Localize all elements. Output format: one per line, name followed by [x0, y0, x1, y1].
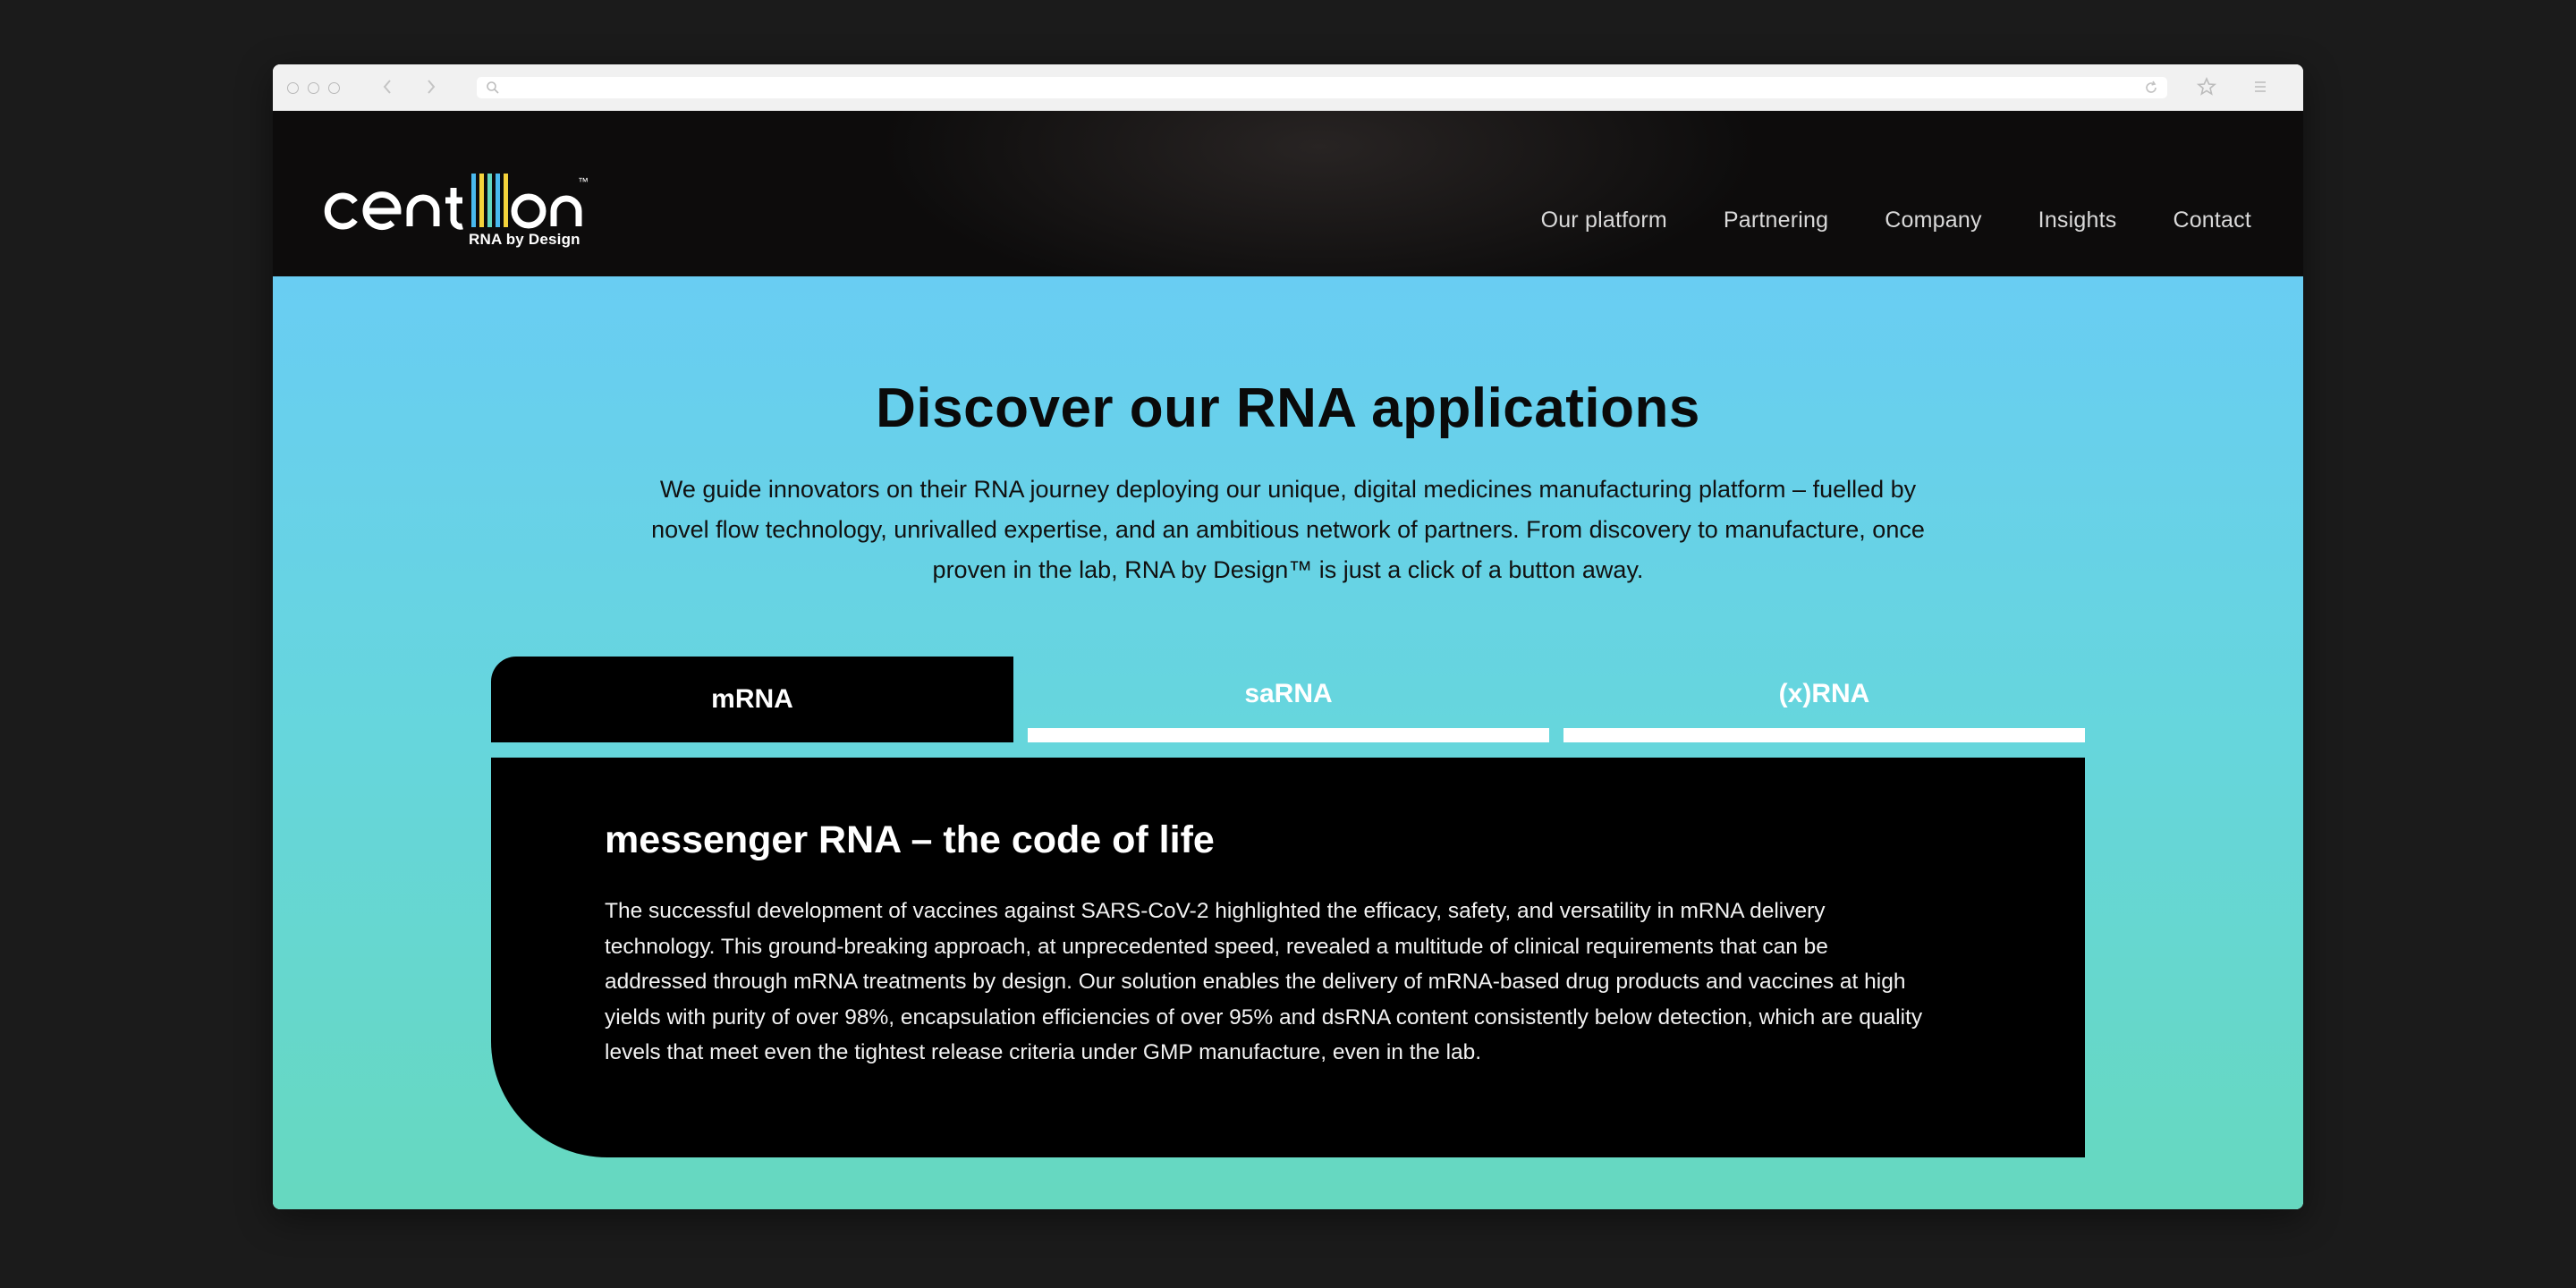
panel-title: messenger RNA – the code of life: [605, 818, 1215, 861]
tab-label: (x)RNA: [1778, 679, 1870, 708]
nav-our-platform[interactable]: Our platform: [1541, 208, 1667, 233]
intro-text: We guide innovators on their RNA journey…: [651, 476, 1925, 583]
nav-partnering[interactable]: Partnering: [1724, 208, 1828, 233]
star-icon[interactable]: [2196, 76, 2217, 97]
page-title: Discover our RNA applications: [876, 377, 1700, 439]
rna-tabs: mRNA saRNA (x)RNA: [491, 657, 2085, 742]
window-controls: [287, 82, 340, 94]
logo-tagline: RNA by Design: [469, 231, 580, 248]
nav-contact[interactable]: Contact: [2173, 208, 2251, 233]
applications-section: Discover our RNA applications We guide i…: [273, 276, 2303, 1209]
site-header: ™ RNA by Design Our platform Partnering …: [273, 111, 2303, 276]
close-window-button[interactable]: [287, 82, 299, 94]
address-bar[interactable]: [477, 77, 2167, 98]
tab-underline: [1028, 728, 1549, 742]
nav-insights[interactable]: Insights: [2038, 208, 2117, 233]
tab-xrna[interactable]: (x)RNA: [1563, 657, 2085, 742]
logo-trademark: ™: [578, 175, 589, 188]
back-arrow-icon: [383, 80, 391, 94]
forward-arrow-icon: [428, 80, 436, 94]
tab-label: saRNA: [1244, 679, 1333, 708]
minimize-window-button[interactable]: [308, 82, 319, 94]
main-nav: Our platform Partnering Company Insights…: [1541, 208, 2251, 233]
nav-company[interactable]: Company: [1885, 208, 1981, 233]
panel-text: The successful development of vaccines a…: [605, 899, 1923, 1064]
maximize-window-button[interactable]: [328, 82, 340, 94]
logo-wordmark: [324, 174, 582, 231]
back-button[interactable]: [377, 76, 398, 97]
tab-panel-mrna: messenger RNA – the code of life The suc…: [491, 758, 2085, 1157]
tab-underline: [1563, 728, 2085, 742]
tab-label: mRNA: [711, 684, 793, 714]
menu-icon[interactable]: [2251, 78, 2269, 96]
browser-toolbar: [273, 64, 2303, 111]
tab-sarna[interactable]: saRNA: [1028, 657, 1549, 742]
reload-icon[interactable]: [2144, 80, 2158, 95]
tab-mrna[interactable]: mRNA: [491, 657, 1013, 742]
forward-button[interactable]: [420, 76, 442, 97]
search-icon: [487, 81, 499, 94]
browser-window: ™ RNA by Design Our platform Partnering …: [273, 64, 2303, 1209]
